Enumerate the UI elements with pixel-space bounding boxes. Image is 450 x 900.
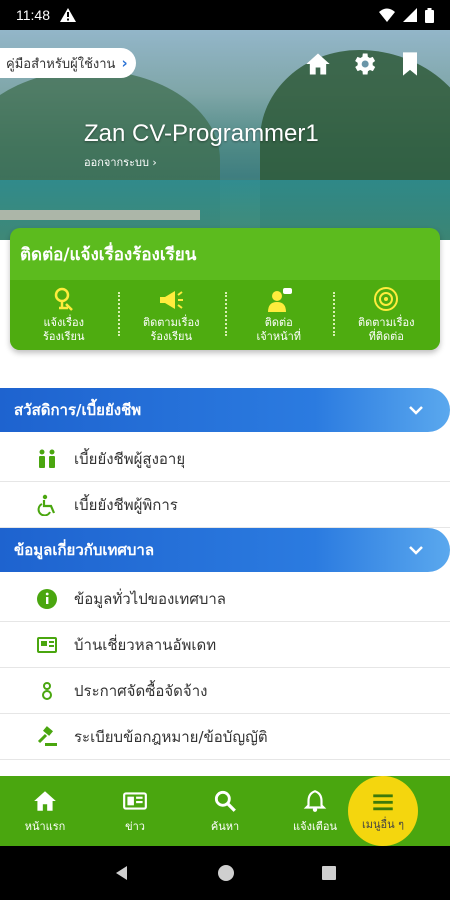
- back-icon[interactable]: [113, 864, 131, 882]
- nav-search[interactable]: ค้นหา: [180, 776, 270, 846]
- recents-icon[interactable]: [321, 865, 337, 881]
- bell-icon: [303, 789, 327, 812]
- wifi-icon: [379, 8, 395, 22]
- list-item-disability-allowance[interactable]: เบี้ยยังชีพผู้พิการ: [0, 482, 450, 528]
- wheelchair-icon: [36, 494, 58, 516]
- menu-icon: [373, 794, 393, 811]
- nav-notifications[interactable]: แจ้งเตือน: [270, 776, 360, 846]
- user-guide-label: คู่มือสำหรับผู้ใช้งาน: [6, 56, 116, 72]
- contact-item-line1: แจ้งเรื่อง: [43, 316, 85, 329]
- top-icons: [304, 50, 424, 78]
- nav-label: เมนูอื่น ๆ: [361, 818, 405, 831]
- contact-item-line2: ร้องเรียน: [150, 330, 192, 343]
- target-icon: [374, 287, 399, 311]
- warning-icon: [60, 8, 76, 22]
- chevron-down-icon: [409, 546, 423, 555]
- user-name: Zan CV-Programmer1: [84, 120, 319, 147]
- nav-label: หน้าแรก: [24, 819, 66, 833]
- signal-icon: [403, 8, 417, 22]
- contact-item-file-complaint[interactable]: แจ้งเรื่อง ร้องเรียน: [10, 280, 118, 350]
- contact-item-contact-staff[interactable]: ติดต่อ เจ้าหน้าที่: [225, 280, 333, 350]
- news-icon: [123, 791, 147, 810]
- list-item-regulations[interactable]: ระเบียบข้อกฎหมาย/ข้อบัญญัติ: [0, 714, 450, 760]
- chevron-down-icon: [409, 406, 423, 415]
- info-icon: [36, 588, 58, 610]
- news-icon: [36, 634, 58, 656]
- nav-label: ข่าว: [125, 819, 145, 833]
- gear-icon[interactable]: [350, 50, 378, 78]
- system-nav-bar: [0, 846, 450, 900]
- section-welfare-header[interactable]: สวัสดิการ/เบี้ยยังชีพ: [0, 388, 450, 432]
- contact-item-track-complaint[interactable]: ติดตามเรื่อง ร้องเรียน: [117, 280, 226, 350]
- contact-item-line2: ร้องเรียน: [42, 330, 85, 343]
- nav-label: ค้นหา: [210, 819, 240, 833]
- bottom-nav: หน้าแรก ข่าว ค้นหา แจ้งเตือน เมนูอื่น ๆ: [0, 776, 450, 846]
- contact-item-line1: ติดตามเรื่อง: [142, 316, 200, 329]
- contact-title: ติดต่อ/แจ้งเรื่องร้องเรียน: [20, 244, 197, 265]
- list-item-label: บ้านเชี่ยวหลานอัพเดท: [74, 635, 217, 654]
- list-item-label: ข้อมูลทั่วไปของเทศบาล: [74, 589, 226, 608]
- list-item-label: ประกาศจัดซื้อจัดจ้าง: [74, 681, 208, 700]
- contact-item-line2: เจ้าหน้าที่: [256, 330, 302, 343]
- logout-link[interactable]: ออกจากระบบ ›: [84, 153, 157, 171]
- search-icon: [214, 790, 236, 812]
- megaphone-icon: [160, 291, 184, 309]
- list-item-procurement[interactable]: ประกาศจัดซื้อจัดจ้าง: [0, 668, 450, 714]
- home-icon: [34, 790, 56, 811]
- staff-icon: [267, 288, 292, 312]
- list-item-general-info[interactable]: ข้อมูลทั่วไปของเทศบาล: [0, 576, 450, 622]
- gavel-icon: [36, 725, 58, 748]
- procurement-icon: [36, 680, 58, 702]
- contact-items: แจ้งเรื่อง ร้องเรียน ติดตามเรื่อง ร้องเรีย…: [10, 280, 440, 350]
- home-button-icon[interactable]: [217, 864, 235, 882]
- contact-item-line2: ที่ติดต่อ: [368, 330, 404, 343]
- status-bar: 11:48: [0, 0, 450, 30]
- user-guide-button[interactable]: คู่มือสำหรับผู้ใช้งาน ›: [0, 48, 136, 78]
- status-time: 11:48: [16, 7, 50, 23]
- hero-deck: [0, 210, 200, 220]
- section-title: สวัสดิการ/เบี้ยยังชีพ: [14, 401, 142, 419]
- section-municipality-header[interactable]: ข้อมูลเกี่ยวกับเทศบาล: [0, 528, 450, 572]
- list-item-news-update[interactable]: บ้านเชี่ยวหลานอัพเดท: [0, 622, 450, 668]
- complaint-icon: [54, 287, 73, 311]
- contact-card: ติดต่อ/แจ้งเรื่องร้องเรียน แจ้งเรื่อง ร้อ…: [10, 228, 440, 350]
- contact-item-line1: ติดต่อ: [264, 316, 293, 329]
- contact-item-line1: ติดตามเรื่อง: [357, 316, 415, 329]
- nav-home[interactable]: หน้าแรก: [0, 776, 90, 846]
- elderly-icon: [36, 448, 58, 470]
- chevron-right-icon: ›: [121, 54, 128, 72]
- list-item-label: ระเบียบข้อกฎหมาย/ข้อบัญญัติ: [74, 727, 268, 746]
- logout-label: ออกจากระบบ: [84, 156, 149, 169]
- section-title: ข้อมูลเกี่ยวกับเทศบาล: [14, 541, 155, 559]
- list-item-label: เบี้ยยังชีพผู้สูงอายุ: [74, 449, 186, 468]
- home-icon[interactable]: [304, 50, 332, 78]
- nav-more-menu[interactable]: เมนูอื่น ๆ: [348, 776, 418, 846]
- nav-news[interactable]: ข่าว: [90, 776, 180, 846]
- list-item-label: เบี้ยยังชีพผู้พิการ: [74, 495, 178, 514]
- nav-label: แจ้งเตือน: [293, 819, 337, 833]
- list-item-elderly-allowance[interactable]: เบี้ยยังชีพผู้สูงอายุ: [0, 436, 450, 482]
- contact-item-track-contact[interactable]: ติดตามเรื่อง ที่ติดต่อ: [332, 280, 441, 350]
- battery-icon: [425, 7, 434, 23]
- bookmark-icon[interactable]: [396, 50, 424, 78]
